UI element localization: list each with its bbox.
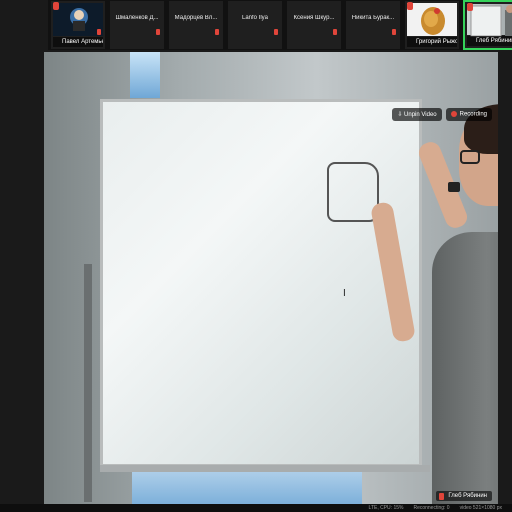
presenter-glasses xyxy=(460,150,480,164)
whiteboard-stand xyxy=(84,264,92,502)
whiteboard-thumbnail-icon xyxy=(470,5,512,37)
participant-name-label: Ксения Шкур... xyxy=(293,15,335,21)
mic-muted-icon xyxy=(392,29,396,35)
chicken-picture-icon xyxy=(421,7,445,35)
mic-muted-icon xyxy=(97,29,101,35)
participant-tile[interactable]: Григорий Рыжов xyxy=(404,0,460,50)
mic-muted-icon xyxy=(53,2,59,10)
recording-indicator: Recording xyxy=(445,108,492,121)
participant-tile[interactable]: Lanfo Ilya xyxy=(227,0,283,50)
participant-tile[interactable]: Мадорцев Вл... xyxy=(168,0,224,50)
unpin-video-button[interactable]: ⇩ Unpin Video xyxy=(392,108,442,121)
mic-muted-icon xyxy=(333,29,337,35)
mic-muted-icon xyxy=(467,3,473,11)
video-controls: ⇩ Unpin Video Recording xyxy=(392,108,492,121)
participant-tile-active[interactable]: Глеб Рябинин xyxy=(463,0,512,50)
participant-name-label: Никита Бурак... xyxy=(351,15,395,21)
participant-name: Григорий Рыжов xyxy=(407,37,457,47)
recording-dot-icon xyxy=(450,111,457,117)
status-text: Reconnecting: 0 xyxy=(413,505,450,511)
participant-name-label: Шмаленков Д... xyxy=(115,15,159,21)
mic-muted-icon xyxy=(156,29,160,35)
status-bar: LTE, CPU: 15% Reconnecting: 0 video 521×… xyxy=(0,504,512,512)
participant-strip: Павел Артемьев Шмаленков Д... Мадорцев В… xyxy=(48,0,512,50)
participant-video-thumbnail xyxy=(467,4,512,37)
participant-photo xyxy=(407,3,457,36)
participant-tile[interactable]: Ксения Шкур... xyxy=(286,0,342,50)
status-text: LTE, CPU: 15% xyxy=(368,505,404,511)
main-video[interactable]: I ⇩ Unpin Video Recording Глеб Рябинин xyxy=(44,52,498,504)
participant-name: Павел Артемьев xyxy=(53,37,103,47)
mouse-cursor-icon: I xyxy=(343,288,346,299)
participant-tile[interactable]: Никита Бурак... xyxy=(345,0,401,50)
wristwatch xyxy=(448,182,460,192)
participant-name-label: Мадорцев Вл... xyxy=(174,15,218,21)
participant-name: Глеб Рябинин xyxy=(467,36,512,46)
participant-avatar xyxy=(53,3,103,36)
presenter-body xyxy=(432,232,498,504)
speaker-name-label: Глеб Рябинин xyxy=(436,491,492,501)
status-text: video 521×1080 px xyxy=(459,505,502,511)
room-window xyxy=(130,52,160,98)
whiteboard-tray xyxy=(100,465,430,472)
participant-tile[interactable]: Шмаленков Д... xyxy=(109,0,165,50)
mic-muted-icon xyxy=(407,2,413,10)
mic-muted-icon xyxy=(274,29,278,35)
participant-name-label: Lanfo Ilya xyxy=(241,15,269,21)
mic-muted-icon xyxy=(215,29,219,35)
zoom-meeting-window: Павел Артемьев Шмаленков Д... Мадорцев В… xyxy=(0,0,512,512)
whiteboard xyxy=(100,99,422,467)
participant-tile[interactable]: Павел Артемьев xyxy=(50,0,106,50)
